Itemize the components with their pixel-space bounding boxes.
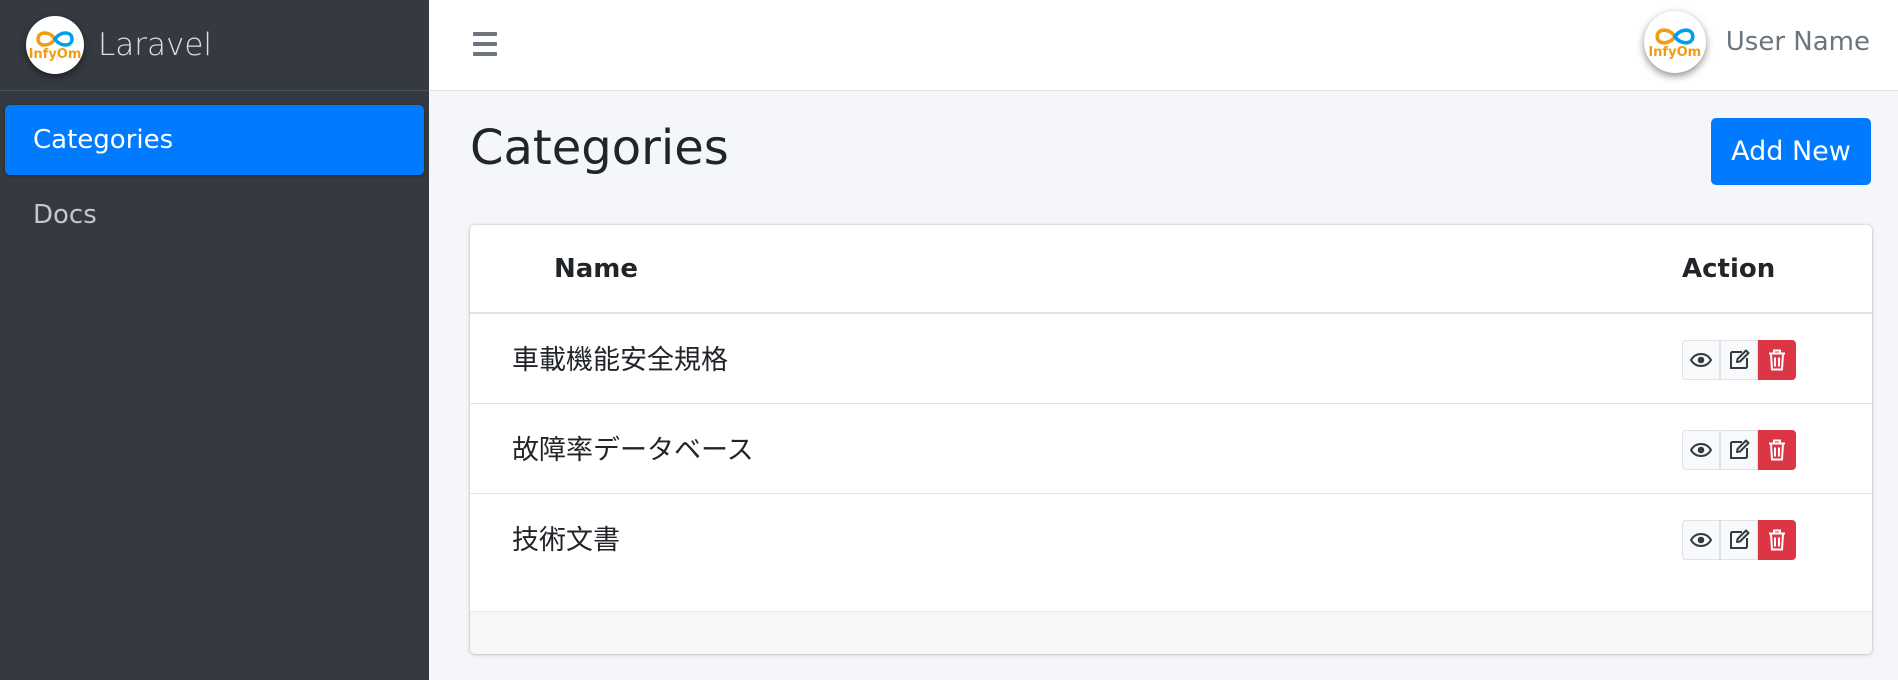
- infinity-logo-icon: [1655, 27, 1695, 45]
- edit-icon: [1730, 349, 1750, 369]
- delete-button[interactable]: [1758, 429, 1796, 470]
- column-header-name: Name: [470, 225, 1682, 314]
- eye-icon: [1690, 442, 1712, 457]
- action-cell: [1682, 313, 1872, 404]
- sidebar-nav: Categories Docs: [0, 91, 429, 250]
- eye-icon: [1690, 532, 1712, 547]
- view-button[interactable]: [1682, 519, 1720, 560]
- logo-text: InfyOm: [28, 47, 82, 62]
- action-buttons: [1682, 340, 1796, 380]
- table-row: 車載機能安全規格: [470, 313, 1872, 404]
- delete-button[interactable]: [1758, 340, 1796, 380]
- view-button[interactable]: [1682, 340, 1720, 380]
- trash-icon: [1769, 439, 1785, 460]
- trash-icon: [1769, 349, 1785, 371]
- brand-logo: InfyOm: [26, 16, 84, 74]
- categories-card: Name Action 車載機能安全規格 故障率データベース 技術文書: [470, 225, 1872, 654]
- delete-button[interactable]: [1758, 519, 1796, 560]
- trash-icon: [1769, 529, 1785, 550]
- sidebar: InfyOm Laravel Categories Docs: [0, 0, 429, 680]
- view-button[interactable]: [1682, 429, 1720, 470]
- action-buttons: [1682, 429, 1796, 470]
- edit-button[interactable]: [1720, 429, 1758, 470]
- avatar-text: InfyOm: [1648, 44, 1702, 60]
- edit-icon: [1730, 439, 1750, 459]
- user-name[interactable]: User Name: [1726, 27, 1870, 57]
- categories-table: Name Action 車載機能安全規格 故障率データベース 技術文書: [470, 225, 1872, 583]
- category-name: 技術文書: [512, 524, 620, 556]
- action-buttons: [1682, 519, 1796, 560]
- column-header-name-label: Name: [554, 253, 639, 284]
- brand-name[interactable]: Laravel: [98, 27, 212, 63]
- action-cell: [1682, 403, 1872, 494]
- top-navbar: InfyOm User Name: [429, 0, 1898, 91]
- infinity-logo-icon: [36, 31, 74, 47]
- table-row: 故障率データベース: [470, 403, 1872, 494]
- page-title: Categories: [470, 120, 729, 176]
- add-new-button[interactable]: Add New: [1711, 118, 1871, 185]
- user-menu[interactable]: InfyOm User Name: [1643, 11, 1870, 73]
- table-row: 技術文書: [470, 493, 1872, 583]
- edit-button[interactable]: [1720, 340, 1758, 380]
- category-name: 車載機能安全規格: [470, 313, 1682, 404]
- card-footer: [470, 611, 1872, 654]
- eye-icon: [1690, 353, 1712, 367]
- column-header-action: Action: [1682, 225, 1872, 314]
- table-header-row: Name Action: [470, 225, 1872, 314]
- edit-button[interactable]: [1720, 519, 1758, 560]
- category-name: 故障率データベース: [470, 403, 1682, 494]
- hamburger-icon[interactable]: [469, 24, 501, 64]
- brand-link[interactable]: InfyOm Laravel: [0, 0, 429, 91]
- edit-icon: [1730, 529, 1750, 549]
- action-cell: [1682, 493, 1872, 583]
- sidebar-item-docs[interactable]: Docs: [5, 180, 424, 250]
- avatar[interactable]: InfyOm: [1643, 11, 1706, 73]
- sidebar-item-categories[interactable]: Categories: [5, 105, 424, 175]
